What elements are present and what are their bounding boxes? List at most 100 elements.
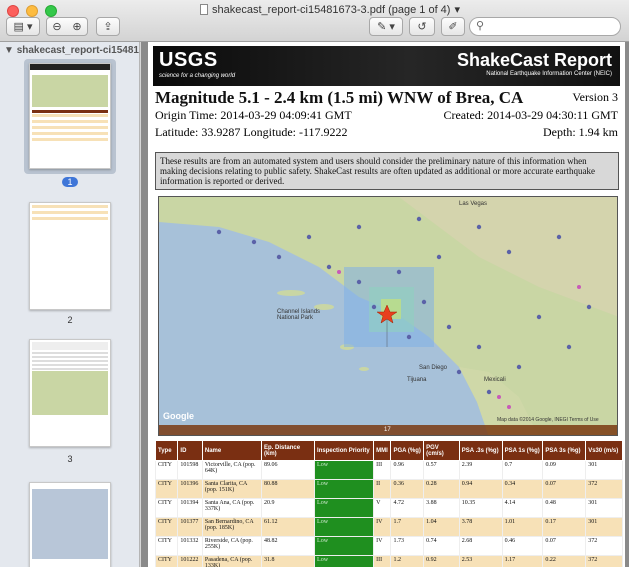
column-header: Ep. Distance (km): [261, 440, 316, 461]
page-number-2: 2: [67, 315, 73, 325]
table-cell: 101332: [177, 536, 203, 556]
zoom-out-icon[interactable]: ⊖: [52, 20, 61, 33]
created-time: Created: 2014-03-29 04:30:11 GMT: [443, 108, 618, 122]
table-cell: 101598: [177, 460, 203, 480]
disclaimer-notice: These results are from an automated syst…: [155, 152, 619, 190]
table-cell: CITY: [154, 460, 179, 480]
table-cell: 0.74: [423, 536, 460, 556]
table-cell: 0.34: [501, 479, 544, 499]
table-row: CITY 101396 Santa Clarita, CA (pop. 151K) 8…: [154, 479, 623, 499]
table-cell: Riverside, CA (pop. 255K): [201, 536, 263, 556]
earthquake-heading: Magnitude 5.1 - 2.4 km (1.5 mi) WNW of B…: [155, 88, 524, 107]
table-cell: 301: [585, 498, 623, 518]
table-cell: 3.88: [423, 498, 460, 518]
map-graphic: [159, 197, 617, 435]
page-thumbnail-2[interactable]: [29, 202, 111, 310]
table-cell: 20.9: [261, 498, 316, 518]
window-title-text: shakecast_report-ci15481673-3.pdf (page …: [211, 3, 451, 16]
table-cell: 101396: [177, 479, 203, 499]
zoom-controls: ⊖ ⊕: [46, 17, 88, 36]
google-logo: Google: [163, 411, 194, 421]
table-header-row: Type ID Name Ep. Distance (km) Inspectio…: [154, 440, 623, 461]
map-label-las-vegas: Las Vegas: [459, 201, 488, 207]
sidebar-header[interactable]: ▼ shakecast_report-ci1548167: [0, 42, 139, 58]
table-cell: 61.12: [261, 517, 316, 537]
map-label-san-diego: San Diego: [419, 365, 448, 371]
origin-time: Origin Time: 2014-03-29 04:09:41 GMT: [155, 108, 352, 122]
rotate-button[interactable]: ↺: [409, 17, 435, 36]
zoom-in-icon[interactable]: ⊕: [72, 20, 81, 33]
table-cell: Pasadena, CA (pop. 133K): [201, 555, 263, 567]
table-cell: 0.92: [423, 555, 460, 567]
report-banner: USGS science for a changing world ShakeC…: [153, 46, 620, 86]
facility-table: Type ID Name Ep. Distance (km) Inspectio…: [154, 440, 623, 567]
table-cell: CITY: [154, 479, 179, 499]
table-cell: 101222: [177, 555, 203, 567]
table-cell: 10.35: [458, 498, 503, 518]
table-cell: 1.17: [501, 555, 544, 567]
table-cell: Santa Ana, CA (pop. 337K): [201, 498, 263, 518]
table-cell: 0.96: [390, 460, 425, 480]
column-header: PGV (cm/s): [423, 440, 460, 461]
search-input[interactable]: [469, 17, 621, 36]
chevron-down-icon: ▾: [454, 4, 460, 16]
table-cell: CITY: [154, 536, 179, 556]
document-view[interactable]: USGS science for a changing world ShakeC…: [141, 42, 629, 567]
table-cell: 101394: [177, 498, 203, 518]
table-cell: 4.14: [501, 498, 544, 518]
window-titlebar: shakecast_report-ci15481673-3.pdf (page …: [0, 0, 629, 42]
map-attribution[interactable]: Map data ©2014 Google, INEGI Terms of Us…: [497, 417, 599, 423]
pen-icon: ✎ ▾: [377, 21, 395, 33]
table-cell: 4.72: [390, 498, 425, 518]
page-thumbnail-1[interactable]: [29, 63, 111, 169]
map-label-channel-islands: Channel Islands National Park: [277, 309, 321, 321]
share-icon: ⇪: [103, 21, 113, 33]
table-cell: 301: [585, 517, 623, 537]
minimize-window-button[interactable]: [26, 5, 38, 17]
table-cell: 2.39: [458, 460, 503, 480]
inspection-priority-cell: Low: [314, 555, 375, 567]
usgs-tagline: science for a changing world: [159, 73, 236, 79]
view-menu-button[interactable]: ▤ ▾: [6, 17, 40, 36]
table-cell: III: [373, 460, 392, 480]
table-cell: Victorville, CA (pop. 64K): [201, 460, 263, 480]
table-cell: 2.53: [458, 555, 503, 567]
table-cell: 0.07: [542, 479, 587, 499]
table-cell: 89.06: [261, 460, 316, 480]
table-cell: 1.7: [390, 517, 425, 537]
edit-icon: ✐: [448, 21, 458, 33]
table-row: CITY 101394 Santa Ana, CA (pop. 337K) 20.9 L…: [154, 498, 623, 518]
table-cell: 2.68: [458, 536, 503, 556]
table-row: CITY 101377 San Bernardino, CA (pop. 185K)…: [154, 517, 623, 537]
share-button[interactable]: ⇪: [96, 17, 120, 36]
column-header: Name: [201, 440, 263, 461]
page-number-3: 3: [67, 454, 73, 464]
table-cell: 31.8: [261, 555, 316, 567]
table-cell: 0.17: [542, 517, 587, 537]
document-title[interactable]: shakecast_report-ci15481673-3.pdf (page …: [200, 3, 460, 16]
table-row: CITY 101222 Pasadena, CA (pop. 133K) 31.8 Lo…: [154, 555, 623, 567]
edit-toolbar-button[interactable]: ✐: [441, 17, 465, 36]
table-row: CITY 101332 Riverside, CA (pop. 255K) 48.82…: [154, 536, 623, 556]
table-cell: 1.04: [423, 517, 460, 537]
page-thumbnail-4[interactable]: [29, 482, 111, 567]
inspection-priority-cell: Low: [314, 479, 375, 499]
markup-button[interactable]: ✎ ▾: [369, 17, 403, 36]
table-cell: 48.82: [261, 536, 316, 556]
table-cell: CITY: [154, 498, 179, 518]
table-cell: 301: [585, 460, 623, 480]
table-cell: 3.78: [458, 517, 503, 537]
table-cell: San Bernardino, CA (pop. 185K): [201, 517, 263, 537]
zoom-window-button[interactable]: [45, 5, 57, 17]
column-header: Inspection Priority: [314, 440, 375, 461]
table-cell: CITY: [154, 555, 179, 567]
table-cell: 1.01: [501, 517, 544, 537]
page-thumbnail-3[interactable]: [29, 339, 111, 447]
disclosure-triangle-icon: ▼: [4, 45, 17, 56]
map-label-tijuana: Tijuana: [407, 377, 427, 383]
shakemap-map[interactable]: Las Vegas San Diego Tijuana Mexicali Cha…: [158, 196, 618, 436]
close-window-button[interactable]: [7, 5, 19, 17]
column-header: MMI: [373, 440, 392, 461]
table-cell: IV: [373, 536, 392, 556]
table-cell: 0.7: [501, 460, 544, 480]
